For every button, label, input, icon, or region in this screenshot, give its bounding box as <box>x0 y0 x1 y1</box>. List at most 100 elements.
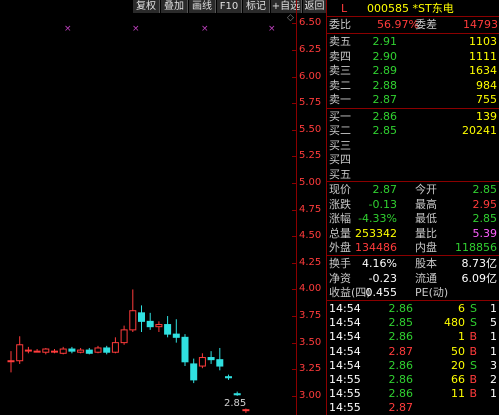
candle-body <box>24 349 32 352</box>
tick-count: 1 <box>490 387 497 401</box>
tick-price: 2.85 <box>388 316 414 330</box>
buy-level-label: 买五 <box>329 167 351 181</box>
divider <box>327 16 499 17</box>
tick-row: 14:55 2.87 <box>327 401 499 415</box>
stat-label: 量比 <box>415 226 437 240</box>
back-button[interactable]: 返回 <box>303 0 327 13</box>
candle-body <box>225 376 232 379</box>
price-tick-label: 5.25 <box>299 150 322 162</box>
stat-value: 2.85 <box>472 183 498 196</box>
price-tick-label: 3.50 <box>299 336 322 348</box>
candle-body <box>129 310 137 331</box>
sell-level-row: 卖三 2.89 1634 <box>327 64 499 78</box>
event-marker-icon: × <box>132 24 140 34</box>
buy-level-label: 买二 <box>329 124 351 138</box>
buy-level-label: 买四 <box>329 153 351 167</box>
sell-level-price: 2.90 <box>372 49 398 63</box>
price-tick-label: 6.25 <box>299 44 322 55</box>
tick-price: 2.87 <box>388 344 414 358</box>
tick-time: 14:54 <box>329 344 361 358</box>
price-tick-label: 4.50 <box>299 230 322 242</box>
tick-direction: B <box>469 330 477 344</box>
tick-price: 2.86 <box>388 387 414 401</box>
quote-stat-row: 涨幅 -4.33% 最低 2.85 <box>327 212 499 226</box>
quote-stat-row: 总量 253342 量比 5.39 <box>327 227 499 241</box>
stat-value: 2.85 <box>472 212 498 226</box>
sell-level-label: 卖三 <box>329 64 351 78</box>
stat-value: 5.39 <box>472 226 498 240</box>
price-tick-label: 4.25 <box>299 256 322 268</box>
candle-body <box>207 357 215 361</box>
stat-label: 最低 <box>415 212 437 226</box>
tick-volume: 66 <box>451 373 465 386</box>
stat-value: 134486 <box>355 241 397 255</box>
candle-body <box>33 350 41 353</box>
candle-body <box>138 312 145 322</box>
tick-price: 2.86 <box>388 373 414 386</box>
price-tick-label: 3.75 <box>299 310 322 322</box>
stat-value: 2.87 <box>372 183 398 196</box>
stat-label: 现价 <box>329 183 351 196</box>
price-tick-label: 6.00 <box>299 70 322 82</box>
tick-row: 14:55 2.86 66 B 2 <box>327 373 499 387</box>
sell-level-label: 卖二 <box>329 78 351 92</box>
candle-body <box>103 347 111 353</box>
tick-direction: B <box>469 344 477 358</box>
tick-direction: B <box>469 387 477 401</box>
sell-level-row: 卖四 2.90 1111 <box>327 50 499 64</box>
tick-volume: 480 <box>444 316 465 330</box>
tick-direction: S <box>470 302 477 315</box>
stat-label: 涨跌 <box>329 197 351 211</box>
diamond-icon: ◇ <box>287 13 294 23</box>
tick-direction: S <box>470 316 477 330</box>
event-marker-icon: × <box>64 24 72 34</box>
weicha-value: 14793 <box>463 18 498 31</box>
sell-level-label: 卖五 <box>329 35 351 48</box>
stat-label: 内盘 <box>415 241 437 255</box>
stat-label: 股本 <box>415 257 437 270</box>
candle-body <box>198 357 206 367</box>
tick-count: 1 <box>490 302 497 315</box>
sell-level-volume: 1103 <box>469 35 497 48</box>
stat-label: 流通 <box>415 271 437 285</box>
tick-time: 14:54 <box>329 302 361 315</box>
candle-body <box>120 329 128 344</box>
tick-direction: B <box>469 373 477 386</box>
tick-time: 14:55 <box>329 373 361 386</box>
buy-level-row: 买五 <box>327 168 499 182</box>
stat-label: 总量 <box>329 226 351 240</box>
candle-body <box>59 348 67 354</box>
candle-body <box>216 359 224 367</box>
buy-level-label: 买三 <box>329 138 351 152</box>
stat-value: -0.23 <box>368 271 397 285</box>
candle-body <box>51 350 58 353</box>
stat-label: 净资 <box>329 271 351 285</box>
candle-body <box>172 333 180 338</box>
quote-panel: L 000585 *ST东电 委比 56.97% 委差 14793 卖五 2.91… <box>327 0 499 415</box>
tick-price: 2.87 <box>388 401 414 415</box>
tick-time: 14:54 <box>329 358 361 372</box>
tick-volume: 50 <box>451 344 465 358</box>
stat-label: 涨幅 <box>329 212 351 226</box>
quote-stat-row: 现价 2.87 今开 2.85 <box>327 183 499 197</box>
tick-count: 3 <box>490 358 497 372</box>
sell-level-label: 卖一 <box>329 93 351 107</box>
buy-level-row: 买一 2.86 139 <box>327 110 499 124</box>
candle-body <box>146 320 154 328</box>
tick-time: 14:55 <box>329 401 361 415</box>
price-tick-label: 5.75 <box>299 97 322 109</box>
tick-row: 14:54 2.87 50 B 1 <box>327 345 499 359</box>
tick-count: 2 <box>490 373 497 386</box>
stat-label: 最高 <box>415 197 437 211</box>
stat-value: 8.73亿 <box>461 257 498 270</box>
weicha-label: 委差 <box>415 18 437 31</box>
sell-level-volume: 984 <box>476 78 497 92</box>
price-tick-label: 5.50 <box>299 123 322 135</box>
quote-stat-row: 外盘 134486 内盘 118856 <box>327 241 499 255</box>
sell-level-price: 2.89 <box>372 64 398 78</box>
price-tick-label: 5.00 <box>299 177 322 189</box>
sell-level-volume: 755 <box>476 93 497 107</box>
event-marker-icon: × <box>201 24 209 34</box>
stat-label: PE(动) <box>415 286 449 300</box>
kline-chart-area[interactable]: 复权 叠加 画线 F10 标记 +自选 返回 × × × × 6.50 6.25 6.00… <box>0 0 327 415</box>
